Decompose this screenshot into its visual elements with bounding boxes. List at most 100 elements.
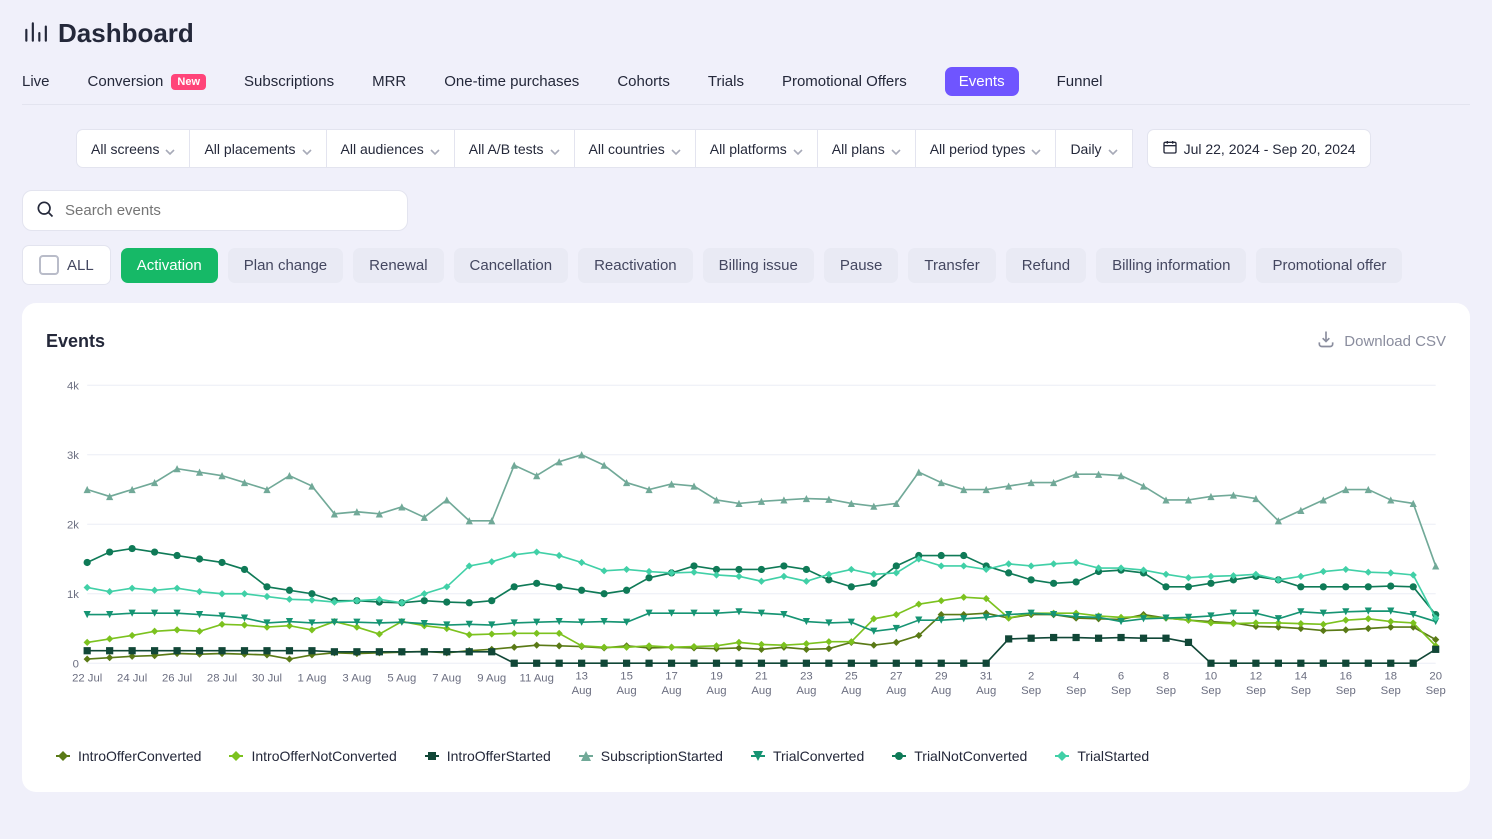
chevron-down-icon [891, 144, 901, 154]
svg-text:8: 8 [1163, 671, 1169, 683]
search-box[interactable] [22, 190, 408, 231]
svg-text:6: 6 [1118, 671, 1124, 683]
svg-text:Aug: Aug [661, 685, 681, 697]
svg-text:14: 14 [1295, 671, 1308, 683]
svg-text:Sep: Sep [1381, 685, 1401, 697]
svg-text:16: 16 [1340, 671, 1353, 683]
tab-promotional-offers[interactable]: Promotional Offers [782, 67, 907, 104]
svg-text:Aug: Aug [886, 685, 906, 697]
svg-text:Sep: Sep [1426, 685, 1446, 697]
svg-text:25: 25 [845, 671, 858, 683]
chip-reactivation[interactable]: Reactivation [578, 248, 693, 283]
tab-live[interactable]: Live [22, 67, 50, 104]
svg-text:Aug: Aug [706, 685, 726, 697]
chip-promotional-offer[interactable]: Promotional offer [1256, 248, 1402, 283]
svg-text:13: 13 [575, 671, 588, 683]
svg-text:17: 17 [665, 671, 678, 683]
filter-all-period-types[interactable]: All period types [916, 129, 1057, 168]
filter-all-screens[interactable]: All screens [76, 129, 190, 168]
svg-text:22 Jul: 22 Jul [72, 673, 102, 685]
tab-conversion[interactable]: ConversionNew [88, 67, 207, 104]
legend-introofferconverted[interactable]: IntroOfferConverted [56, 748, 201, 764]
chip-cancellation[interactable]: Cancellation [454, 248, 569, 283]
filter-all-a-b-tests[interactable]: All A/B tests [455, 129, 575, 168]
svg-text:11 Aug: 11 Aug [519, 673, 553, 685]
filter-all-plans[interactable]: All plans [818, 129, 916, 168]
tab-mrr[interactable]: MRR [372, 67, 406, 104]
search-input[interactable] [63, 201, 395, 220]
filter-all-countries[interactable]: All countries [575, 129, 696, 168]
legend-trialconverted[interactable]: TrialConverted [751, 748, 864, 764]
svg-text:Sep: Sep [1336, 685, 1356, 697]
svg-text:Aug: Aug [617, 685, 637, 697]
svg-text:15: 15 [620, 671, 633, 683]
tab-cohorts[interactable]: Cohorts [617, 67, 670, 104]
svg-text:4k: 4k [67, 380, 79, 392]
chip-activation[interactable]: Activation [121, 248, 218, 283]
chip-billing-information[interactable]: Billing information [1096, 248, 1246, 283]
svg-text:4: 4 [1073, 671, 1079, 683]
svg-text:18: 18 [1384, 671, 1397, 683]
svg-text:24 Jul: 24 Jul [117, 673, 147, 685]
svg-text:28 Jul: 28 Jul [207, 673, 237, 685]
filter-daily[interactable]: Daily [1056, 129, 1132, 168]
tab-subscriptions[interactable]: Subscriptions [244, 67, 334, 104]
tabs: Live ConversionNew Subscriptions MRR One-tim… [22, 67, 1470, 105]
svg-text:Aug: Aug [751, 685, 771, 697]
filter-all-placements[interactable]: All placements [190, 129, 326, 168]
svg-text:1 Aug: 1 Aug [297, 673, 326, 685]
legend-trialnotconverted[interactable]: TrialNotConverted [892, 748, 1027, 764]
svg-text:19: 19 [710, 671, 723, 683]
chevron-down-icon [671, 144, 681, 154]
chip-refund[interactable]: Refund [1006, 248, 1086, 283]
filter-bar: All screensAll placementsAll audiencesAl… [76, 129, 1470, 168]
svg-text:Aug: Aug [841, 685, 861, 697]
chevron-down-icon [165, 144, 175, 154]
svg-text:1k: 1k [67, 589, 79, 601]
svg-text:26 Jul: 26 Jul [162, 673, 192, 685]
legend-introoffernotconverted[interactable]: IntroOfferNotConverted [229, 748, 396, 764]
chevron-down-icon [430, 144, 440, 154]
svg-text:9 Aug: 9 Aug [477, 673, 506, 685]
svg-text:Sep: Sep [1156, 685, 1176, 697]
chip-all[interactable]: ALL [22, 245, 111, 285]
chip-transfer[interactable]: Transfer [908, 248, 995, 283]
legend-introofferstarted[interactable]: IntroOfferStarted [425, 748, 551, 764]
chip-plan-change[interactable]: Plan change [228, 248, 343, 283]
svg-text:27: 27 [890, 671, 903, 683]
svg-text:Aug: Aug [796, 685, 816, 697]
chevron-down-icon [550, 144, 560, 154]
svg-text:29: 29 [935, 671, 948, 683]
legend-trialstarted[interactable]: TrialStarted [1055, 748, 1149, 764]
tab-funnel[interactable]: Funnel [1057, 67, 1103, 104]
svg-text:20: 20 [1429, 671, 1442, 683]
svg-text:31: 31 [980, 671, 993, 683]
svg-text:Sep: Sep [1111, 685, 1131, 697]
chevron-down-icon [793, 144, 803, 154]
tab-one-time-purchases[interactable]: One-time purchases [444, 67, 579, 104]
tab-events[interactable]: Events [945, 67, 1019, 96]
svg-text:3 Aug: 3 Aug [342, 673, 371, 685]
svg-text:Sep: Sep [1246, 685, 1266, 697]
tab-trials[interactable]: Trials [708, 67, 744, 104]
download-csv-button[interactable]: Download CSV [1316, 329, 1446, 353]
checkbox[interactable] [39, 255, 59, 275]
chip-billing-issue[interactable]: Billing issue [703, 248, 814, 283]
date-range-picker[interactable]: Jul 22, 2024 - Sep 20, 2024 [1147, 129, 1371, 168]
events-panel: Events Download CSV 01k2k3k4k22 Jul24 Ju… [22, 303, 1470, 792]
svg-text:23: 23 [800, 671, 813, 683]
legend-subscriptionstarted[interactable]: SubscriptionStarted [579, 748, 723, 764]
chart-legend: IntroOfferConverted IntroOfferNotConverte… [46, 748, 1446, 764]
chip-pause[interactable]: Pause [824, 248, 899, 283]
filter-all-platforms[interactable]: All platforms [696, 129, 818, 168]
page-title: Dashboard [58, 18, 194, 49]
svg-text:Aug: Aug [976, 685, 996, 697]
svg-text:10: 10 [1205, 671, 1218, 683]
chip-renewal[interactable]: Renewal [353, 248, 443, 283]
filter-all-audiences[interactable]: All audiences [327, 129, 455, 168]
event-type-chips: ALL Activation Plan change Renewal Cancellat… [22, 245, 1470, 285]
download-csv-label: Download CSV [1344, 333, 1446, 350]
chevron-down-icon [1031, 144, 1041, 154]
svg-text:2k: 2k [67, 519, 79, 531]
chart-icon [22, 19, 48, 48]
